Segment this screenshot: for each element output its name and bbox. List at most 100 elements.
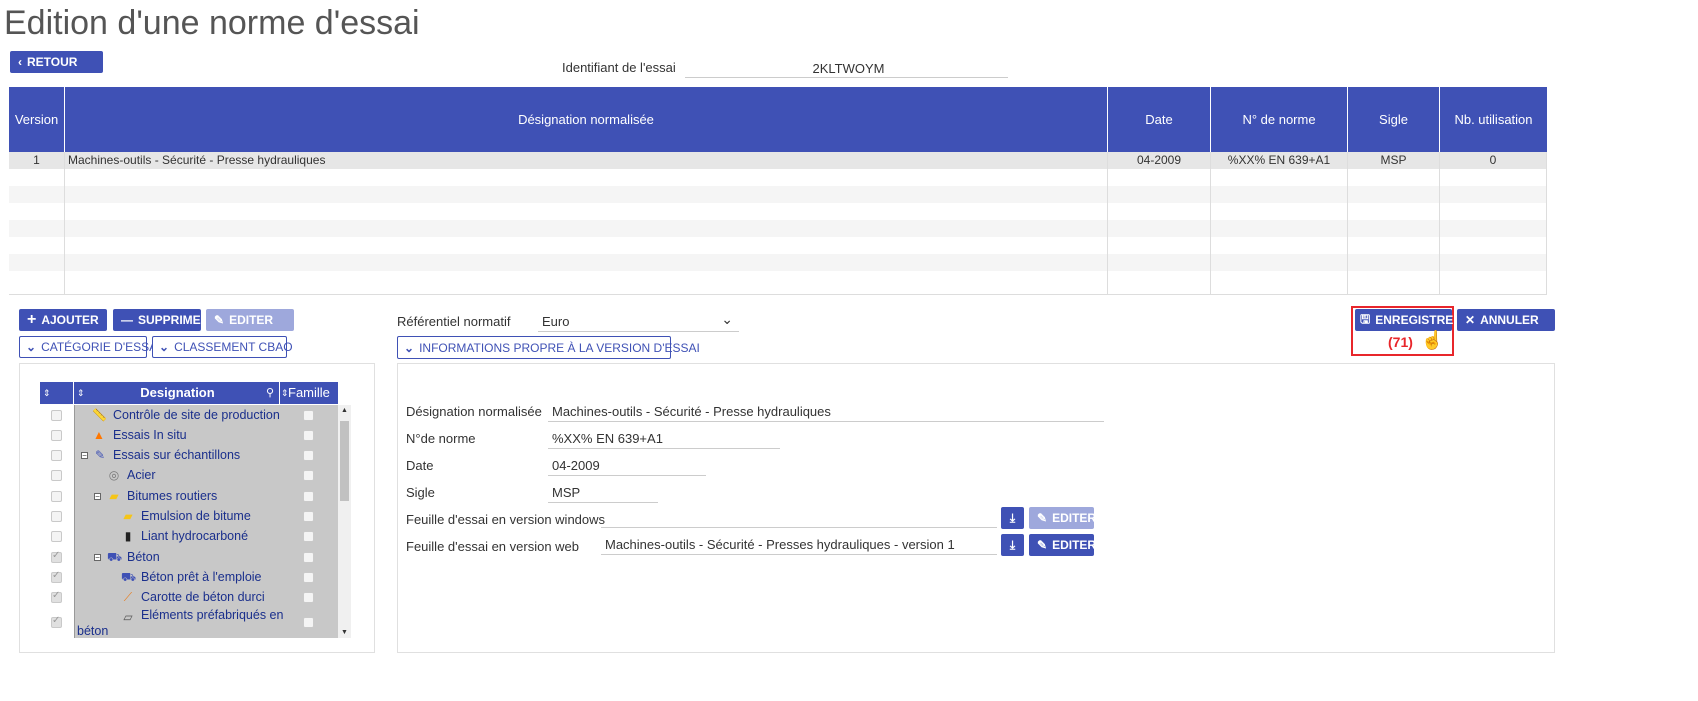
famille-checkbox[interactable] — [303, 617, 314, 628]
tree-item[interactable]: ▰ Emulsion de bitume — [40, 507, 338, 527]
sigle-field[interactable]: MSP — [548, 481, 658, 503]
row-checkbox[interactable] — [51, 410, 62, 421]
web-sheet-field[interactable]: Machines-outils - Sécurité - Presses hyd… — [601, 533, 997, 555]
tree-item[interactable]: − ▰ Bitumes routiers — [40, 487, 338, 507]
designation-field[interactable]: Machines-outils - Sécurité - Presse hydr… — [548, 400, 1104, 422]
windows-sheet-label: Feuille d'essai en version windows — [406, 512, 606, 527]
cell-date: 04-2009 — [1108, 152, 1211, 169]
collapse-icon[interactable]: − — [81, 452, 88, 460]
designation-label: Désignation normalisée — [406, 404, 542, 419]
step-annotation: (71) — [1388, 334, 1413, 350]
sort-icon[interactable]: ⇕ — [40, 382, 74, 404]
col-tree-designation[interactable]: Designation — [85, 382, 270, 404]
col-nb-utilisation[interactable]: Nb. utilisation — [1440, 87, 1547, 152]
famille-checkbox[interactable] — [303, 410, 314, 421]
date-label: Date — [406, 458, 434, 473]
pencil-icon: ✎ — [214, 313, 225, 327]
classement-toggle[interactable]: ⌄ CLASSEMENT CBAO — [152, 336, 293, 358]
search-icon[interactable]: ⚲ — [266, 382, 274, 404]
download-web-button[interactable]: ⤓ — [1001, 534, 1024, 556]
famille-checkbox[interactable] — [303, 430, 314, 441]
famille-checkbox[interactable] — [303, 592, 314, 603]
tree-item[interactable]: ▲ Essais In situ — [40, 426, 338, 446]
row-checkbox[interactable] — [51, 590, 62, 603]
col-tree-famille[interactable]: Famille — [288, 382, 330, 404]
close-icon: ✕ — [1465, 313, 1476, 327]
tree-item[interactable]: ▮ Liant hydrocarboné — [40, 527, 338, 547]
famille-checkbox[interactable] — [303, 491, 314, 502]
pencil-icon: ✎ — [1037, 511, 1048, 525]
row-checkbox[interactable] — [51, 450, 62, 461]
famille-checkbox[interactable] — [303, 552, 314, 563]
collapse-icon[interactable]: − — [94, 554, 101, 562]
famille-checkbox[interactable] — [303, 511, 314, 522]
table-row-empty — [9, 203, 1546, 220]
folder-icon: ▰ — [123, 509, 133, 523]
tree-scrollbar[interactable]: ▲ ▼ — [338, 405, 351, 638]
table-row-empty — [9, 254, 1546, 271]
col-version[interactable]: Version — [9, 87, 65, 152]
windows-sheet-field[interactable] — [601, 506, 997, 528]
identifier-label: Identifiant de l'essai — [562, 60, 676, 75]
edit-web-button[interactable]: ✎ EDITER — [1029, 534, 1096, 556]
table-row[interactable]: 1 Machines-outils - Sécurité - Presse hy… — [9, 152, 1546, 169]
row-checkbox[interactable] — [51, 550, 62, 563]
famille-checkbox[interactable] — [303, 572, 314, 583]
save-button[interactable]: 🖫 ENREGISTRER — [1355, 309, 1462, 331]
tree-item[interactable]: ▱ Eléments préfabriqués en béton — [40, 608, 338, 638]
add-button[interactable]: + AJOUTER — [19, 309, 107, 331]
sort-icon[interactable]: ⇕ — [75, 382, 85, 404]
row-checkbox[interactable] — [51, 570, 62, 583]
collapse-icon[interactable]: − — [94, 493, 101, 501]
row-checkbox[interactable] — [51, 531, 62, 542]
identifier-field[interactable]: 2KLTWOYM — [685, 58, 1008, 78]
tree-item[interactable]: − ⛟ Béton — [40, 548, 338, 568]
col-sigle[interactable]: Sigle — [1348, 87, 1440, 152]
col-date[interactable]: Date — [1108, 87, 1211, 152]
info-version-toggle[interactable]: ⌄ INFORMATIONS PROPRE À LA VERSION D'ESS… — [397, 336, 700, 359]
scroll-thumb[interactable] — [340, 421, 349, 501]
table-row-empty — [9, 237, 1546, 254]
tree-item[interactable]: ⟋ Carotte de béton durci — [40, 588, 338, 608]
cancel-button[interactable]: ✕ ANNULER — [1457, 309, 1555, 331]
scroll-down-icon[interactable]: ▼ — [341, 629, 348, 636]
row-checkbox[interactable] — [51, 491, 62, 502]
table-row-empty — [9, 271, 1546, 294]
cone-icon: ▲ — [93, 428, 105, 442]
row-checkbox[interactable] — [51, 430, 62, 441]
minus-icon: — — [121, 313, 133, 327]
edit-button[interactable]: ✎ EDITER — [206, 309, 294, 331]
date-field[interactable]: 04-2009 — [548, 454, 706, 476]
tree-item[interactable]: ⛟ Béton prêt à l'emploie — [40, 568, 338, 588]
hand-cursor-icon: ☝ — [1421, 330, 1444, 350]
norme-field[interactable]: %XX% EN 639+A1 — [548, 427, 780, 449]
download-icon: ⤓ — [1009, 537, 1016, 552]
referentiel-select[interactable]: Euro ⌄ — [538, 310, 739, 332]
tree-item[interactable]: − ✎ Essais sur échantillons — [40, 446, 338, 466]
famille-checkbox[interactable] — [303, 470, 314, 481]
col-designation[interactable]: Désignation normalisée — [65, 87, 1108, 152]
download-windows-button[interactable]: ⤓ — [1001, 507, 1024, 529]
ruler-icon: 📏 — [92, 408, 107, 422]
table-row-empty — [9, 186, 1546, 203]
chevron-down-icon: ⌄ — [721, 311, 733, 327]
back-button[interactable]: ‹ RETOUR — [10, 51, 103, 73]
tree-item[interactable]: 📏 Contrôle de site de production — [40, 406, 338, 426]
steel-coil-icon: ◎ — [108, 468, 120, 482]
tree-item[interactable]: ◎ Acier — [40, 466, 338, 486]
col-norme[interactable]: N° de norme — [1211, 87, 1348, 152]
scroll-up-icon[interactable]: ▲ — [341, 407, 348, 414]
download-icon: ⤓ — [1009, 510, 1016, 525]
row-checkbox[interactable] — [51, 511, 62, 522]
delete-button[interactable]: — SUPPRIMER — [113, 309, 209, 331]
edit-windows-button[interactable]: ✎ EDITER — [1029, 507, 1096, 529]
famille-checkbox[interactable] — [303, 531, 314, 542]
row-checkbox[interactable] — [51, 470, 62, 481]
barrel-icon: ▮ — [124, 529, 132, 543]
row-checkbox[interactable] — [51, 615, 62, 628]
famille-checkbox[interactable] — [303, 450, 314, 461]
slab-icon: ▱ — [123, 610, 133, 624]
categorie-toggle[interactable]: ⌄ CATÉGORIE D'ESSAI — [19, 336, 161, 358]
cell-sigle: MSP — [1348, 152, 1440, 169]
cell-version: 1 — [9, 152, 65, 169]
